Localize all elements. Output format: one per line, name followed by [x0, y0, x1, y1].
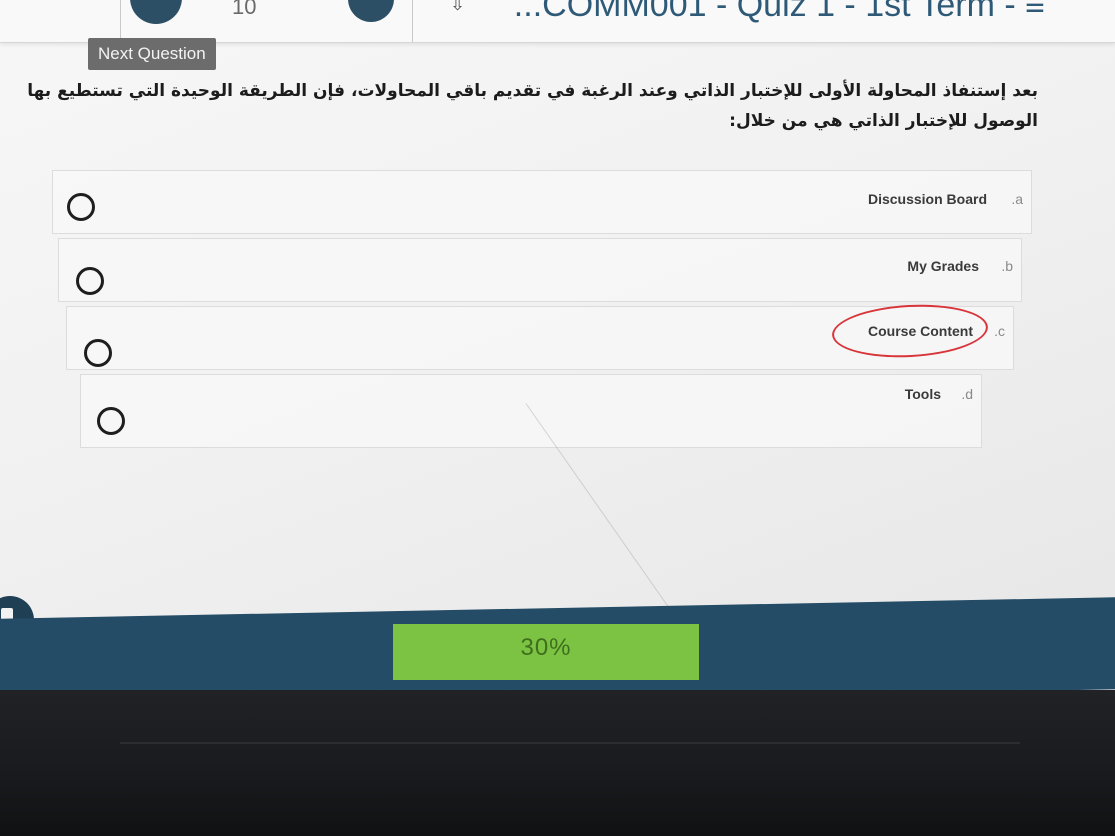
option-letter: .a	[1011, 191, 1023, 207]
option-letter: .d	[961, 386, 973, 402]
header-divider	[120, 0, 121, 42]
bezel-edge	[120, 742, 1020, 744]
monitor-bezel	[0, 690, 1115, 836]
option-letter: .b	[1001, 258, 1013, 274]
answer-option-a[interactable]: Discussion Board .a	[52, 170, 1032, 234]
question-text: بعد إستنفاذ المحاولة الأولى للإختبار الذ…	[27, 81, 1038, 131]
option-label: Discussion Board	[867, 191, 987, 207]
radio-button-c[interactable]	[84, 339, 112, 367]
quiz-header-bar: 10 ⇩ ...COMM001 - Quiz 1 - 1st Term - ≡	[0, 0, 1115, 43]
next-nav-button[interactable]	[348, 0, 394, 22]
header-divider	[412, 0, 413, 42]
question-number: 10	[232, 0, 257, 19]
radio-button-b[interactable]	[76, 267, 104, 295]
radio-button-a[interactable]	[67, 193, 95, 221]
option-label: My Grades	[907, 258, 979, 274]
answer-option-b[interactable]: My Grades .b	[58, 238, 1022, 302]
quiz-screen: 10 ⇩ ...COMM001 - Quiz 1 - 1st Term - ≡ …	[0, 0, 1115, 700]
next-question-button[interactable]: Next Question	[88, 38, 216, 70]
download-icon[interactable]: ⇩	[450, 0, 465, 15]
radio-button-d[interactable]	[97, 407, 125, 435]
progress-percent: 30%	[520, 634, 572, 661]
quiz-title: ...COMM001 - Quiz 1 - 1st Term - ≡	[513, 0, 1045, 24]
option-label: Tools	[904, 386, 941, 402]
option-letter: .c	[994, 323, 1005, 339]
previous-question-button[interactable]	[130, 0, 182, 24]
